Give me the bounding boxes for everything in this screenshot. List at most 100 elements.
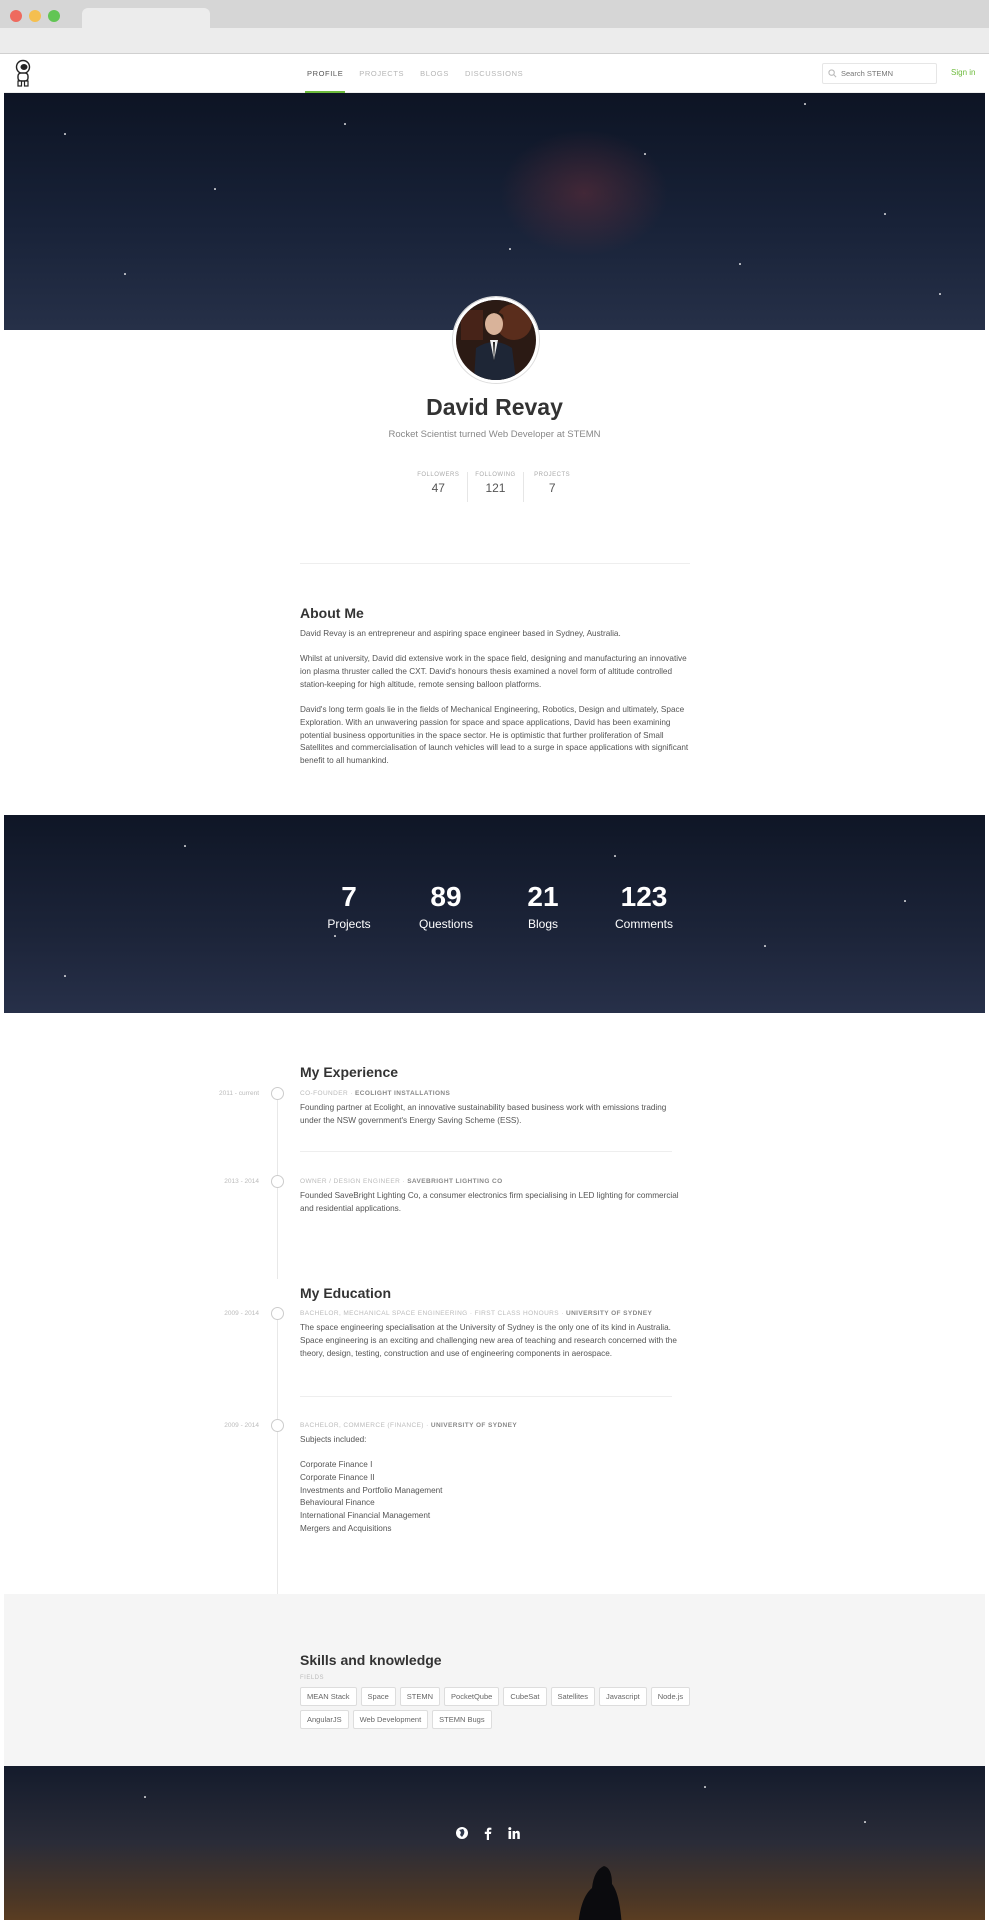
star	[184, 845, 186, 847]
star	[804, 103, 806, 105]
stat-questions[interactable]: 89 Questions	[391, 881, 501, 931]
browser-tab[interactable]	[82, 8, 210, 28]
skill-tag[interactable]: Javascript	[598, 1687, 647, 1706]
role-title: CO-FOUNDER ·	[300, 1090, 356, 1097]
star	[614, 855, 616, 857]
minimize-window-button[interactable]	[29, 10, 41, 22]
skill-tag[interactable]: STEMN	[399, 1687, 441, 1706]
star	[344, 123, 346, 125]
nav-discussions[interactable]: DISCUSSIONS	[459, 54, 533, 93]
timeline-marker	[271, 1175, 284, 1188]
globe-icon[interactable]	[455, 1826, 469, 1840]
timeline-role: BACHELOR, MECHANICAL SPACE ENGINEERING ·…	[300, 1310, 700, 1317]
count-value: 47	[431, 481, 445, 495]
profile-page: PROFILE PROJECTS BLOGS DISCUSSIONS Sign …	[4, 54, 985, 1920]
following-count[interactable]: FOLLOWING 121	[466, 472, 524, 502]
education-title: My Education	[300, 1285, 392, 1301]
timeline-marker	[271, 1307, 284, 1320]
skill-tag[interactable]: Node.js	[650, 1687, 691, 1706]
star	[144, 1796, 146, 1798]
role-org[interactable]: ECOLIGHT INSTALLATIONS	[355, 1090, 450, 1097]
timeline-role: CO-FOUNDER · ECOLIGHT INSTALLATIONS	[300, 1090, 700, 1097]
fields-label: FIELDS	[300, 1675, 325, 1681]
nav-profile[interactable]: PROFILE	[301, 54, 353, 93]
timeline-description: Founding partner at Ecolight, an innovat…	[300, 1103, 667, 1125]
timeline-date: 2009 - 2014	[224, 1310, 259, 1317]
browser-chrome	[0, 0, 989, 54]
timeline-date: 2011 - current	[219, 1090, 259, 1097]
astronaut-logo-icon[interactable]	[12, 59, 34, 87]
skill-tag[interactable]: MEAN Stack	[300, 1687, 357, 1706]
subject-item: Investments and Portfolio Management	[300, 1485, 443, 1495]
stat-blogs[interactable]: 21 Blogs	[488, 881, 598, 931]
nav-blogs[interactable]: BLOGS	[414, 54, 459, 93]
timeline-date: 2013 - 2014	[224, 1178, 259, 1185]
stat-label: Projects	[327, 917, 371, 931]
about-paragraph: Whilst at university, David did extensiv…	[300, 654, 687, 689]
rock-formation-silhouette	[578, 1866, 622, 1920]
role-org[interactable]: UNIVERSITY OF SYDNEY	[566, 1310, 652, 1317]
timeline-date: 2009 - 2014	[224, 1422, 259, 1429]
stat-value: 7	[341, 881, 357, 912]
followers-count[interactable]: FOLLOWERS 47	[410, 472, 467, 502]
skill-tags-row: MEAN Stack Space STEMN PocketQube CubeSa…	[300, 1687, 700, 1706]
role-org[interactable]: SAVEBRIGHT LIGHTING CO	[407, 1178, 502, 1185]
sign-in-link[interactable]: Sign in	[951, 68, 975, 77]
star	[864, 1821, 866, 1823]
hero-banner	[4, 93, 985, 330]
star	[334, 935, 336, 937]
subject-item: Behavioural Finance	[300, 1498, 375, 1508]
stats-band: 7 Projects 89 Questions 21 Blogs 123 Com…	[4, 815, 985, 1013]
facebook-icon[interactable]	[481, 1826, 495, 1840]
projects-count[interactable]: PROJECTS 7	[523, 472, 580, 502]
about-paragraph: David's long term goals lie in the field…	[300, 705, 689, 766]
skill-tag[interactable]: STEMN Bugs	[432, 1710, 492, 1729]
timeline-role: OWNER / DESIGN ENGINEER · SAVEBRIGHT LIG…	[300, 1178, 700, 1185]
star	[214, 188, 216, 190]
star	[739, 263, 741, 265]
subject-item: Mergers and Acquisitions	[300, 1523, 392, 1533]
timeline-description: Subjects included:	[300, 1435, 367, 1444]
skill-tag[interactable]: Satellites	[550, 1687, 595, 1706]
search-icon	[828, 69, 837, 78]
star	[64, 133, 66, 135]
avatar[interactable]	[453, 297, 539, 383]
maximize-window-button[interactable]	[48, 10, 60, 22]
skill-tag[interactable]: Web Development	[352, 1710, 429, 1729]
education-timeline-line	[277, 1316, 278, 1606]
nav-projects[interactable]: PROJECTS	[353, 54, 414, 93]
nav-links: PROFILE PROJECTS BLOGS DISCUSSIONS	[301, 54, 533, 93]
star	[904, 900, 906, 902]
timeline-description: Founded SaveBright Lighting Co, a consum…	[300, 1191, 679, 1213]
count-value: 7	[548, 481, 556, 495]
star	[764, 945, 766, 947]
role-org[interactable]: UNIVERSITY OF SYDNEY	[431, 1422, 517, 1429]
about-title: About Me	[300, 605, 364, 621]
count-value: 121	[485, 481, 506, 495]
browser-toolbar	[0, 28, 989, 54]
star	[509, 248, 511, 250]
role-title: BACHELOR, COMMERCE (FINANCE) ·	[300, 1422, 431, 1429]
timeline-role: BACHELOR, COMMERCE (FINANCE) · UNIVERSIT…	[300, 1422, 700, 1429]
search-box[interactable]	[822, 63, 937, 84]
stat-label: Blogs	[527, 917, 559, 931]
timeline-separator	[300, 1396, 672, 1397]
timeline-separator	[300, 1151, 672, 1152]
section-divider	[300, 563, 690, 564]
star	[939, 293, 941, 295]
count-label: PROJECTS	[534, 472, 571, 478]
search-input[interactable]	[841, 69, 931, 78]
stat-label: Comments	[614, 917, 673, 931]
timeline-marker	[271, 1419, 284, 1432]
stat-projects[interactable]: 7 Projects	[294, 881, 404, 931]
stat-comments[interactable]: 123 Comments	[589, 881, 699, 931]
close-window-button[interactable]	[10, 10, 22, 22]
subject-item: Corporate Finance II	[300, 1472, 375, 1482]
skill-tag[interactable]: PocketQube	[444, 1687, 500, 1706]
skill-tags-row: AngularJS Web Development STEMN Bugs	[300, 1710, 700, 1729]
stat-value: 123	[620, 881, 668, 912]
skill-tag[interactable]: AngularJS	[300, 1710, 349, 1729]
skill-tag[interactable]: Space	[360, 1687, 396, 1706]
skill-tag[interactable]: CubeSat	[503, 1687, 547, 1706]
linkedin-icon[interactable]	[507, 1826, 521, 1840]
